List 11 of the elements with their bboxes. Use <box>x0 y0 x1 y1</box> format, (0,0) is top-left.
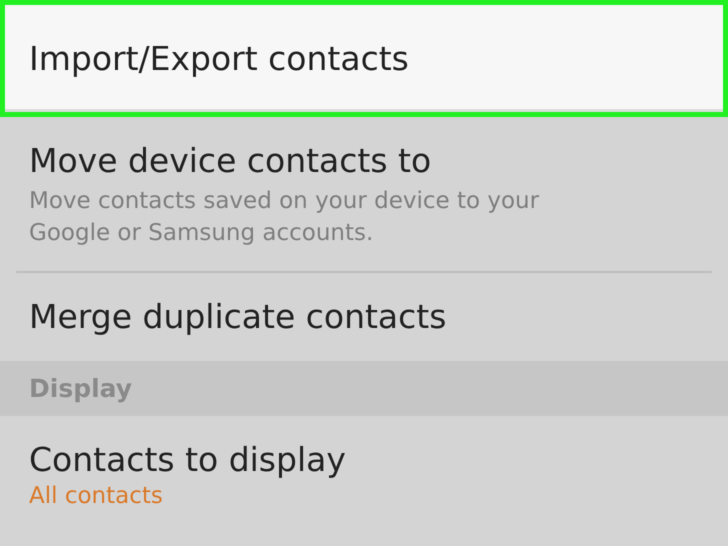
settings-item[interactable]: Contacts to display All contacts <box>0 416 728 532</box>
settings-item[interactable]: Import/Export contacts <box>0 0 728 117</box>
settings-item[interactable]: Merge duplicate contacts <box>0 273 728 361</box>
item-title: Merge duplicate contacts <box>29 296 448 338</box>
item-title: Import/Export contacts <box>29 38 410 80</box>
item-description: Move contacts saved on your device to your Google or Samsung accounts. <box>29 187 540 248</box>
settings-item[interactable]: Move device contacts to Move contacts saved on your device to your Google or Samsung accounts. <box>0 117 728 271</box>
item-title: Contacts to display <box>29 439 347 481</box>
section-header: Display <box>0 361 728 416</box>
item-value: All contacts <box>29 482 164 510</box>
item-title: Move device contacts to <box>29 140 432 182</box>
